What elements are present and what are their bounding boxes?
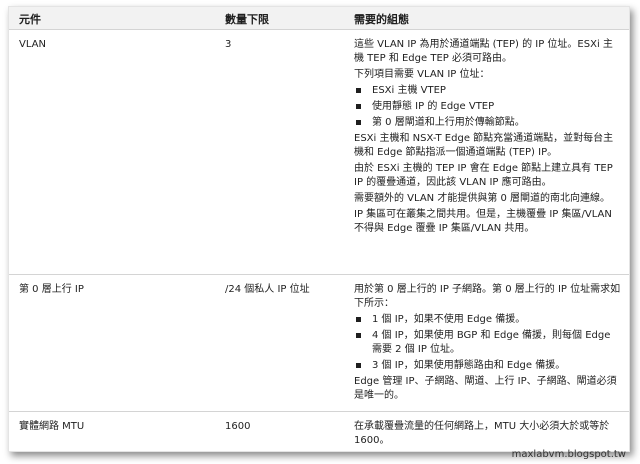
header-minimum: 數量下限 xyxy=(225,13,269,26)
list-item-text: 第 0 層閘道和上行用於傳輸節點。 xyxy=(372,117,525,128)
list-item: ESXi 主機 VTEP xyxy=(354,84,622,98)
bullet-list: ESXi 主機 VTEP 使用靜態 IP 的 Edge VTEP 第 0 層閘道和上… xyxy=(354,84,622,130)
list-item: 1 個 IP，如果不使用 Edge 備援。 xyxy=(354,313,622,327)
cell-minimum: /24 個私人 IP 位址 xyxy=(225,284,310,295)
square-bullet-icon xyxy=(356,317,361,322)
list-item: 4 個 IP，如果使用 BGP 和 Edge 備援，則每個 Edge 需要 2 … xyxy=(354,329,622,357)
square-bullet-icon xyxy=(356,104,361,109)
list-item-text: 3 個 IP，如果使用靜態路由和 Edge 備援。 xyxy=(372,360,566,371)
square-bullet-icon xyxy=(356,333,361,338)
paragraph: ESXi 主機和 NSX-T Edge 節點充當通道端點，並對每台主機和 Edg… xyxy=(354,133,614,158)
list-item: 使用靜態 IP 的 Edge VTEP xyxy=(354,100,622,114)
cell-config: 在承載覆疊流量的任何網路上，MTU 大小必須大於或等於 1600。 xyxy=(354,420,622,450)
square-bullet-icon xyxy=(356,363,361,368)
paragraph: 在承載覆疊流量的任何網路上，MTU 大小必須大於或等於 1600。 xyxy=(354,421,610,446)
list-item-text: 4 個 IP，如果使用 BGP 和 Edge 備援，則每個 Edge 需要 2 … xyxy=(372,330,611,355)
paragraph: 用於第 0 層上行的 IP 子網路。第 0 層上行的 IP 位址需求如下所示： xyxy=(354,284,621,309)
square-bullet-icon xyxy=(356,88,361,93)
header-component: 元件 xyxy=(19,13,41,26)
cell-config: 這些 VLAN IP 為用於通道端點 (TEP) 的 IP 位址。ESXi 主機… xyxy=(354,38,622,238)
list-item-text: ESXi 主機 VTEP xyxy=(372,85,446,96)
list-item-text: 1 個 IP，如果不使用 Edge 備援。 xyxy=(372,314,526,325)
paragraph: Edge 管理 IP、子網路、閘道、上行 IP、子網路、閘道必須是唯一的。 xyxy=(354,376,617,401)
watermark: maxlabvm.blogspot.tw xyxy=(511,449,626,460)
paragraph: 下列項目需要 VLAN IP 位址： xyxy=(354,69,490,80)
paragraph: 由於 ESXi 主機的 TEP IP 會在 Edge 節點上建立具有 TEP I… xyxy=(354,163,613,188)
cell-minimum: 3 xyxy=(225,39,232,50)
cell-component: 第 0 層上行 IP xyxy=(19,284,84,295)
cell-component: 實體網路 MTU xyxy=(19,421,85,432)
document-page: 元件 數量下限 需要的組態 VLAN 3 這些 VLAN IP 為用於通道端點 … xyxy=(8,6,630,452)
cell-config: 用於第 0 層上行的 IP 子網路。第 0 層上行的 IP 位址需求如下所示： 1… xyxy=(354,283,622,405)
cell-minimum: 1600 xyxy=(225,421,251,432)
list-item: 第 0 層閘道和上行用於傳輸節點。 xyxy=(354,116,622,130)
list-item: 3 個 IP，如果使用靜態路由和 Edge 備援。 xyxy=(354,359,622,373)
table-row-mtu: 實體網路 MTU 1600 在承載覆疊流量的任何網路上，MTU 大小必須大於或等… xyxy=(9,412,629,451)
table-row-tier0-uplink: 第 0 層上行 IP /24 個私人 IP 位址 用於第 0 層上行的 IP 子… xyxy=(9,275,629,412)
paragraph: IP 集區可在叢集之間共用。但是，主機覆疊 IP 集區/VLAN 不得與 Edg… xyxy=(354,209,612,234)
cell-component: VLAN xyxy=(19,39,46,50)
bullet-list: 1 個 IP，如果不使用 Edge 備援。 4 個 IP，如果使用 BGP 和 E… xyxy=(354,313,622,373)
paragraph: 需要額外的 VLAN 才能提供與第 0 層閘道的南北向連線。 xyxy=(354,193,611,204)
table-header: 元件 數量下限 需要的組態 xyxy=(9,7,629,30)
header-config: 需要的組態 xyxy=(354,13,409,26)
paragraph: 這些 VLAN IP 為用於通道端點 (TEP) 的 IP 位址。ESXi 主機… xyxy=(354,39,613,64)
list-item-text: 使用靜態 IP 的 Edge VTEP xyxy=(372,101,495,112)
square-bullet-icon xyxy=(356,120,361,125)
table-row-vlan: VLAN 3 這些 VLAN IP 為用於通道端點 (TEP) 的 IP 位址。… xyxy=(9,30,629,275)
